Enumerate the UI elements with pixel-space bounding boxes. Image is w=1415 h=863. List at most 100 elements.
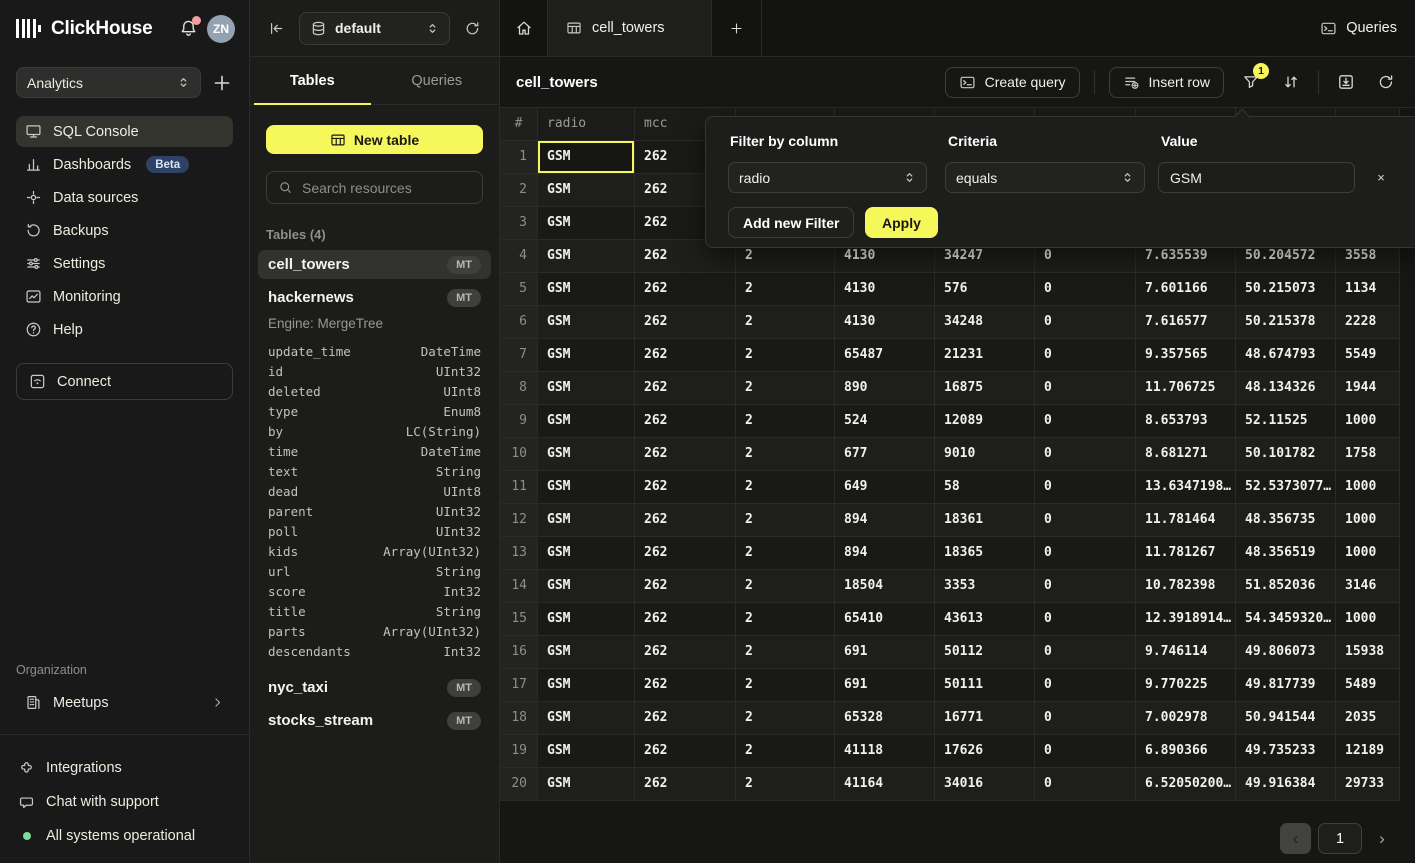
cell[interactable]: 17626 [935,735,1035,768]
row-number[interactable]: 1 [500,141,538,174]
row-number[interactable]: 17 [500,669,538,702]
cell[interactable]: 0 [1035,405,1136,438]
table-item-nyc_taxi[interactable]: nyc_taxiMT [258,673,491,702]
tab-tables[interactable]: Tables [250,57,375,104]
workspace-selector[interactable]: Analytics [16,67,201,98]
add-workspace-button[interactable] [211,72,233,94]
cell[interactable]: 2 [736,636,835,669]
sidebar-item-all-systems-operational[interactable]: All systems operational [16,821,233,851]
cell[interactable]: GSM [538,702,635,735]
prev-page-button[interactable]: ‹ [1280,823,1311,854]
row-number[interactable]: 13 [500,537,538,570]
row-number[interactable]: 6 [500,306,538,339]
cell[interactable]: GSM [538,735,635,768]
cell[interactable]: 7.601166 [1136,273,1236,306]
row-number[interactable]: 11 [500,471,538,504]
cell[interactable]: GSM [538,273,635,306]
tab-cell-towers[interactable]: cell_towers [548,0,712,56]
cell[interactable]: 49.735233 [1236,735,1336,768]
cell[interactable]: 9.770225 [1136,669,1236,702]
sidebar-item-integrations[interactable]: Integrations [16,753,233,783]
cell[interactable]: 7.002978 [1136,702,1236,735]
cell[interactable]: 2 [736,768,835,801]
tab-queries[interactable]: Queries [375,57,500,104]
cell[interactable]: 1134 [1336,273,1400,306]
cell[interactable]: 7.616577 [1136,306,1236,339]
row-number[interactable]: 3 [500,207,538,240]
cell[interactable]: 2 [736,603,835,636]
row-number[interactable]: 14 [500,570,538,603]
row-number[interactable]: 15 [500,603,538,636]
cell[interactable]: 29733 [1336,768,1400,801]
cell[interactable]: 262 [635,306,736,339]
filter-criteria-select[interactable]: equals [945,162,1145,193]
cell[interactable]: 0 [1035,306,1136,339]
cell[interactable]: 16771 [935,702,1035,735]
cell[interactable]: GSM [538,174,635,207]
cell[interactable]: 1000 [1336,504,1400,537]
sidebar-item-dashboards[interactable]: DashboardsBeta [16,149,233,180]
cell[interactable]: 0 [1035,636,1136,669]
new-tab-button[interactable] [712,0,762,56]
cell[interactable]: 262 [635,636,736,669]
cell[interactable]: 43613 [935,603,1035,636]
cell[interactable]: GSM [538,141,635,174]
queries-button[interactable]: Queries [1320,12,1397,44]
cell[interactable]: 5549 [1336,339,1400,372]
cell[interactable]: 2 [736,504,835,537]
cell[interactable]: 2 [736,339,835,372]
cell[interactable]: 0 [1035,504,1136,537]
connect-button[interactable]: Connect [16,363,233,400]
cell[interactable]: 2228 [1336,306,1400,339]
cell[interactable]: 2 [736,405,835,438]
cell[interactable]: 1000 [1336,537,1400,570]
cell[interactable]: 894 [835,537,935,570]
row-number[interactable]: 12 [500,504,538,537]
cell[interactable]: 2 [736,570,835,603]
cell[interactable]: 3146 [1336,570,1400,603]
cell[interactable]: 65487 [835,339,935,372]
cell[interactable]: 16875 [935,372,1035,405]
cell[interactable]: 262 [635,372,736,405]
cell[interactable]: 48.674793 [1236,339,1336,372]
cell[interactable]: 50.215378 [1236,306,1336,339]
row-number[interactable]: 18 [500,702,538,735]
cell[interactable]: 0 [1035,702,1136,735]
cell[interactable]: GSM [538,504,635,537]
filter-button[interactable]: 1 [1238,69,1264,95]
cell[interactable]: 2 [736,306,835,339]
cell[interactable]: 1000 [1336,603,1400,636]
cell[interactable]: 262 [635,504,736,537]
cell[interactable]: 49.806073 [1236,636,1336,669]
search-input[interactable]: Search resources [266,171,483,204]
cell[interactable]: 2035 [1336,702,1400,735]
cell[interactable]: 262 [635,537,736,570]
cell[interactable]: 2 [736,735,835,768]
cell[interactable]: 1000 [1336,471,1400,504]
cell[interactable]: 50112 [935,636,1035,669]
sidebar-item-chat-with-support[interactable]: Chat with support [16,787,233,817]
refresh-table-button[interactable] [1373,69,1399,95]
cell[interactable]: 49.817739 [1236,669,1336,702]
row-number[interactable]: 4 [500,240,538,273]
cell[interactable]: 2 [736,438,835,471]
cell[interactable]: 65328 [835,702,935,735]
cell[interactable]: 691 [835,669,935,702]
cell[interactable]: 65410 [835,603,935,636]
cell[interactable]: 12.3918914… [1136,603,1236,636]
table-item-hackernews[interactable]: hackernewsMT [258,283,491,312]
cell[interactable]: 0 [1035,339,1136,372]
cell[interactable]: 50.215073 [1236,273,1336,306]
table-item-cell_towers[interactable]: cell_towersMT [258,250,491,279]
cell[interactable]: 262 [635,735,736,768]
cell[interactable]: 8.653793 [1136,405,1236,438]
cell[interactable]: 34016 [935,768,1035,801]
cell[interactable]: 0 [1035,603,1136,636]
cell[interactable]: 52.5373077… [1236,471,1336,504]
next-page-button[interactable]: › [1369,823,1395,854]
cell[interactable]: 1000 [1336,405,1400,438]
cell[interactable]: 8.681271 [1136,438,1236,471]
cell[interactable]: GSM [538,405,635,438]
cell[interactable]: GSM [538,372,635,405]
cell[interactable]: 262 [635,438,736,471]
